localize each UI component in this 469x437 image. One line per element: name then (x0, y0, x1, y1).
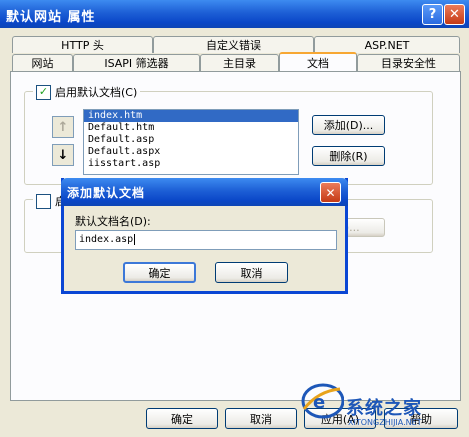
enable-footer-checkbox[interactable] (36, 193, 51, 209)
arrow-up-icon: ↑ (57, 119, 69, 135)
cancel-button-label: 取消 (250, 412, 272, 426)
tab-custom-errors[interactable]: 自定义错误 (153, 36, 314, 53)
doc-name-label: 默认文档名(D): (75, 215, 151, 228)
doc-name-input[interactable]: index.asp (75, 230, 337, 250)
tab-http-headers[interactable]: HTTP 头 (12, 36, 153, 53)
tab-aspnet[interactable]: ASP.NET (314, 36, 460, 53)
window-titlebar[interactable]: 默认网站 属性 ? ✕ (0, 0, 469, 28)
question-icon: ? (428, 7, 437, 22)
tab-label: 网站 (31, 57, 54, 70)
tab-website[interactable]: 网站 (12, 54, 73, 71)
watermark-url: XITONGZHIJIA.NET (348, 418, 422, 427)
dialog-titlebar[interactable]: 添加默认文档 ✕ (61, 178, 348, 206)
add-button[interactable]: 添加(D)... (312, 115, 385, 135)
arrow-down-icon: ↓ (57, 147, 69, 163)
watermark-brand: 系统之家 (346, 398, 422, 419)
tab-label: 自定义错误 (206, 39, 261, 52)
watermark-logo: e (301, 383, 344, 419)
svg-text:e: e (313, 392, 325, 413)
tab-isapi-filters[interactable]: ISAPI 筛选器 (73, 54, 200, 71)
doc-name-value: index.asp (79, 234, 134, 245)
dialog-ok-label: 确定 (148, 266, 171, 280)
add-button-label: 添加(D)... (323, 119, 374, 132)
tab-label: 目录安全性 (381, 57, 436, 70)
dialog-ok-button[interactable]: 确定 (123, 262, 196, 283)
ok-button[interactable]: 确定 (146, 408, 218, 429)
close-icon: ✕ (449, 7, 460, 22)
add-default-doc-dialog: 添加默认文档 ✕ 默认文档名(D): index.asp 确定 取消 (61, 178, 348, 294)
list-item[interactable]: Default.htm (84, 122, 298, 134)
tab-label: HTTP 头 (61, 39, 104, 52)
text-cursor (134, 234, 136, 245)
default-docs-list[interactable]: index.htm Default.htm Default.asp Defaul… (83, 109, 299, 175)
enable-default-docs-checkbox[interactable]: ✓ (36, 84, 51, 100)
tab-home-directory[interactable]: 主目录 (200, 54, 279, 71)
move-up-button[interactable]: ↑ (52, 116, 74, 138)
tab-label: ASP.NET (364, 38, 410, 52)
help-button[interactable]: ? (422, 4, 443, 25)
dialog-cancel-button[interactable]: 取消 (215, 262, 288, 283)
ok-button-label: 确定 (171, 412, 193, 426)
list-item[interactable]: Default.asp (84, 134, 298, 146)
properties-window: 默认网站 属性 ? ✕ HTTP 头 自定义错误 ASP.NET 网站 ISAP… (0, 0, 469, 437)
list-item[interactable]: Default.aspx (84, 146, 298, 158)
move-down-button[interactable]: ↓ (52, 144, 74, 166)
tab-directory-security[interactable]: 目录安全性 (357, 54, 460, 71)
cancel-button[interactable]: 取消 (225, 408, 297, 429)
close-icon: ✕ (325, 185, 336, 200)
dialog-cancel-label: 取消 (240, 266, 263, 280)
enable-default-docs[interactable]: ✓ 启用默认文档(C) (33, 84, 141, 100)
window-title: 默认网站 属性 (6, 10, 96, 25)
dialog-close-button[interactable]: ✕ (320, 182, 341, 203)
dialog-title: 添加默认文档 (67, 186, 146, 200)
tab-documents[interactable]: 文档 (279, 52, 357, 71)
list-item[interactable]: index.htm (84, 110, 298, 122)
list-item[interactable]: iisstart.asp (84, 158, 298, 170)
close-button[interactable]: ✕ (444, 4, 465, 25)
remove-button[interactable]: 删除(R) (312, 146, 385, 166)
tab-label: ISAPI 筛选器 (104, 57, 169, 70)
tab-label: 文档 (307, 56, 329, 70)
remove-button-label: 删除(R) (329, 150, 368, 163)
tab-label: 主目录 (223, 57, 256, 70)
enable-default-docs-label: 启用默认文档(C) (55, 86, 138, 99)
